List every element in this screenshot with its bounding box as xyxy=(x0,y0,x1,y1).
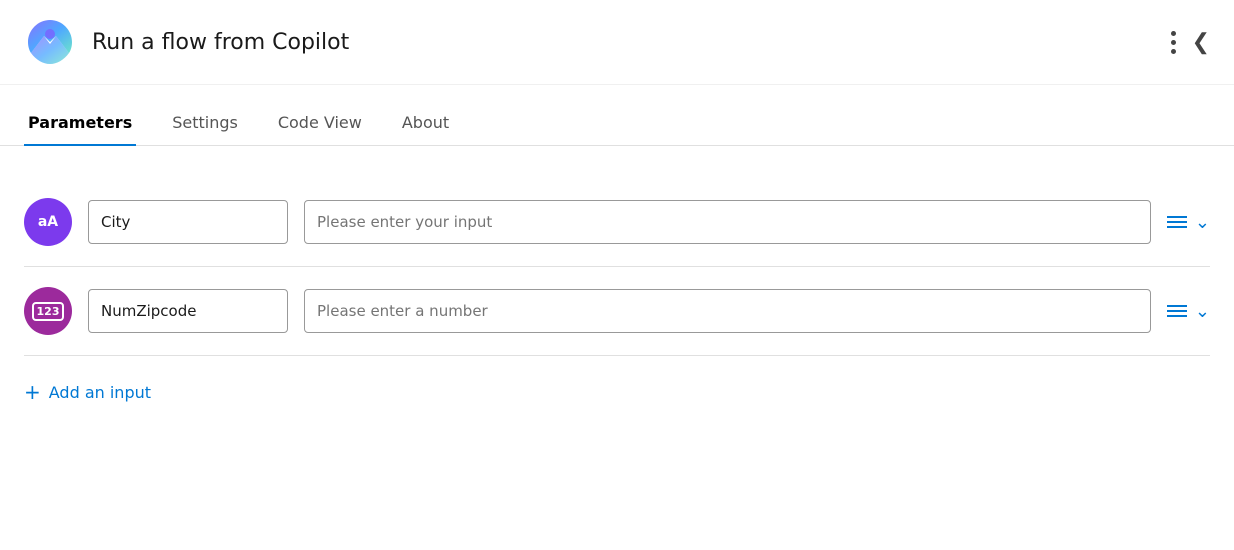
field-value-city[interactable] xyxy=(304,200,1151,244)
row-controls-city: ⌄ xyxy=(1167,212,1210,233)
avatar-city-label: aA xyxy=(38,214,58,230)
menu-icon-city[interactable] xyxy=(1167,216,1187,228)
tab-parameters[interactable]: Parameters xyxy=(24,101,136,146)
add-input-button[interactable]: + Add an input xyxy=(24,380,1210,404)
avatar-numzipcode-label: 123 xyxy=(32,302,65,321)
tab-about[interactable]: About xyxy=(398,101,453,146)
row-controls-numzipcode: ⌄ xyxy=(1167,301,1210,322)
menu-icon-numzipcode[interactable] xyxy=(1167,305,1187,317)
expand-city-button[interactable]: ⌄ xyxy=(1195,212,1210,233)
app-title: Run a flow from Copilot xyxy=(92,30,349,55)
field-value-numzipcode[interactable] xyxy=(304,289,1151,333)
back-button[interactable]: ❮ xyxy=(1192,30,1210,55)
input-row-numzipcode: 123 ⌄ xyxy=(24,267,1210,356)
input-row-city: aA ⌄ xyxy=(24,178,1210,267)
tab-nav: Parameters Settings Code View About xyxy=(0,101,1234,146)
main-content: aA ⌄ 123 ⌄ + Add xyxy=(0,146,1234,436)
expand-numzipcode-button[interactable]: ⌄ xyxy=(1195,301,1210,322)
field-name-city[interactable] xyxy=(88,200,288,244)
tab-settings[interactable]: Settings xyxy=(168,101,242,146)
add-input-label: Add an input xyxy=(49,383,151,402)
avatar-numzipcode: 123 xyxy=(24,287,72,335)
header-left: Run a flow from Copilot xyxy=(24,16,349,68)
app-header: Run a flow from Copilot ❮ xyxy=(0,0,1234,85)
avatar-city: aA xyxy=(24,198,72,246)
plus-icon: + xyxy=(24,380,41,404)
header-right: ❮ xyxy=(1171,30,1210,55)
field-name-numzipcode[interactable] xyxy=(88,289,288,333)
more-options-button[interactable] xyxy=(1171,31,1176,54)
tab-code-view[interactable]: Code View xyxy=(274,101,366,146)
copilot-logo xyxy=(24,16,76,68)
